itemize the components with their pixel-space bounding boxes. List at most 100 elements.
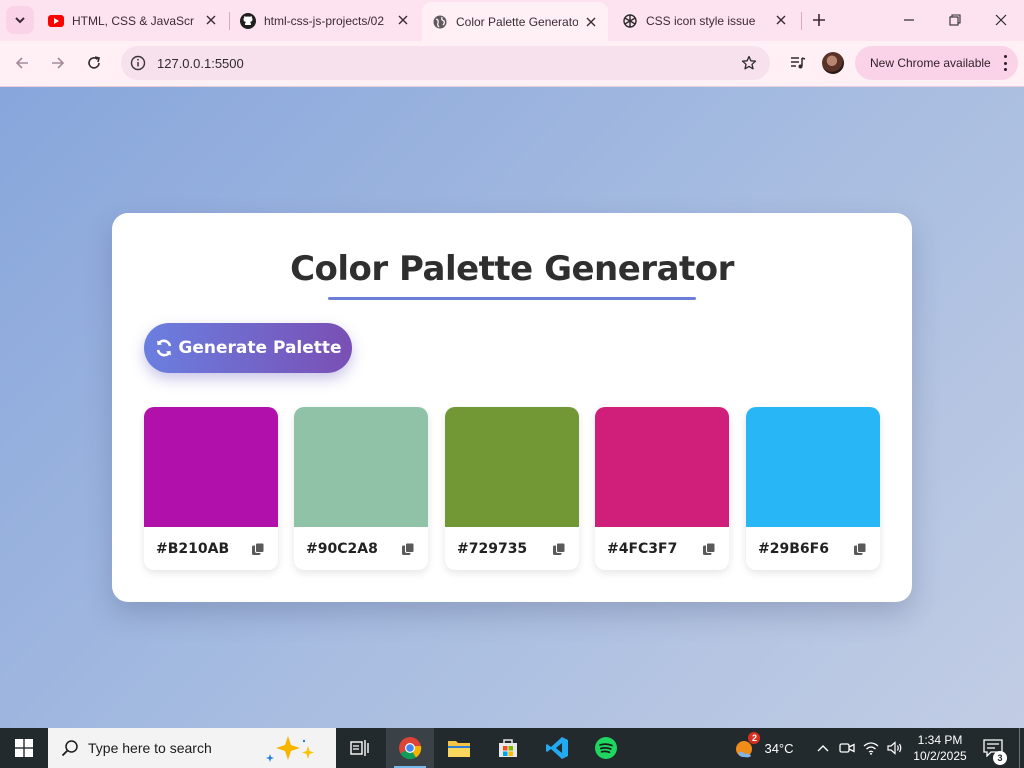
color-block[interactable] — [445, 407, 579, 527]
reload-button[interactable] — [80, 49, 108, 77]
taskbar-microsoft-store[interactable] — [484, 728, 532, 768]
bookmark-star-icon[interactable] — [740, 54, 758, 72]
copy-icon[interactable] — [400, 541, 416, 557]
show-hidden-icons-button[interactable] — [812, 728, 834, 768]
minimize-icon — [904, 19, 914, 21]
hex-value: #29B6F6 — [758, 541, 829, 557]
copy-icon[interactable] — [852, 541, 868, 557]
more-menu-icon[interactable] — [1002, 55, 1008, 71]
taskbar-chrome[interactable] — [386, 728, 434, 768]
chrome-icon — [399, 737, 422, 760]
new-tab-button[interactable] — [806, 7, 832, 33]
task-view-button[interactable] — [336, 728, 384, 768]
weather-icon: 2 — [734, 732, 761, 760]
refresh-icon — [154, 338, 174, 358]
media-control-button[interactable] — [785, 49, 811, 77]
taskbar-vscode[interactable] — [533, 728, 581, 768]
music-queue-icon — [791, 57, 806, 69]
copy-icon[interactable] — [551, 541, 567, 557]
taskbar-file-explorer[interactable] — [435, 728, 483, 768]
copy-icon[interactable] — [250, 541, 266, 557]
tab-strip: HTML, CSS & JavaScript html-css-js-proje… — [0, 0, 1024, 41]
tab-title: Color Palette Generator — [456, 14, 578, 29]
tab-search-button[interactable] — [6, 6, 34, 34]
speaker-icon — [887, 741, 902, 755]
tab-github[interactable]: html-css-js-projects/02 — [230, 0, 420, 41]
arrow-left-icon — [15, 57, 28, 69]
color-swatch[interactable]: #29B6F6 — [746, 407, 880, 570]
color-block[interactable] — [144, 407, 278, 527]
tab-title: CSS icon style issue — [646, 13, 756, 28]
close-tab-icon[interactable] — [396, 13, 410, 27]
color-swatch[interactable]: #4FC3F7 — [595, 407, 729, 570]
color-swatch[interactable]: #B210AB — [144, 407, 278, 570]
weather-widget[interactable]: 2 34°C — [728, 728, 800, 768]
network-button[interactable] — [860, 728, 882, 768]
vscode-icon — [546, 737, 568, 759]
chevron-down-icon — [15, 17, 25, 24]
weather-temperature: 34°C — [764, 740, 794, 756]
volume-button[interactable] — [884, 728, 906, 768]
chrome-update-label: New Chrome available — [870, 56, 991, 70]
youtube-icon — [48, 13, 64, 29]
github-icon — [240, 12, 256, 29]
minimize-button[interactable] — [886, 0, 932, 40]
taskbar-spotify[interactable] — [582, 728, 630, 768]
arrow-right-icon — [52, 57, 65, 69]
tab-title: HTML, CSS & JavaScript — [72, 13, 194, 28]
site-info-icon[interactable] — [129, 54, 147, 72]
color-swatch[interactable]: #729735 — [445, 407, 579, 570]
color-swatch[interactable]: #90C2A8 — [294, 407, 428, 570]
copy-icon[interactable] — [701, 541, 717, 557]
reload-icon — [88, 56, 100, 69]
taskbar-search[interactable]: Type here to search — [48, 728, 336, 768]
hex-value: #4FC3F7 — [607, 541, 678, 557]
notification-count-badge: 3 — [993, 751, 1007, 765]
show-desktop-button[interactable] — [1019, 728, 1024, 768]
title-underline — [328, 297, 696, 300]
tab-title: html-css-js-projects/02 — [264, 13, 385, 28]
chrome-update-button[interactable]: New Chrome available — [855, 46, 1018, 80]
profile-avatar[interactable] — [822, 52, 844, 74]
tab-separator — [801, 12, 802, 30]
globe-icon — [432, 14, 448, 30]
generate-palette-label: Generate Palette — [178, 338, 342, 358]
tab-color-palette-generator[interactable]: Color Palette Generator — [422, 2, 608, 41]
color-block[interactable] — [294, 407, 428, 527]
page-title: Color Palette Generator — [290, 249, 734, 289]
copilot-sparkle-icon[interactable] — [264, 734, 324, 762]
tab-css-icon-style-issue[interactable]: CSS icon style issue — [612, 0, 798, 41]
tab-youtube[interactable]: HTML, CSS & JavaScript — [38, 0, 228, 41]
plus-icon — [813, 14, 825, 26]
close-icon — [995, 14, 1007, 26]
system-clock[interactable]: 1:34 PM 10/2/2025 — [905, 732, 975, 764]
color-block[interactable] — [595, 407, 729, 527]
color-block[interactable] — [746, 407, 880, 527]
hex-value: #90C2A8 — [306, 541, 378, 557]
forward-button[interactable] — [44, 49, 72, 77]
close-tab-icon[interactable] — [204, 13, 218, 27]
hex-value: #729735 — [457, 541, 528, 557]
meet-now-button[interactable] — [836, 728, 858, 768]
clock-date: 10/2/2025 — [913, 749, 967, 763]
close-window-button[interactable] — [978, 0, 1024, 40]
camera-icon — [839, 743, 855, 753]
spotify-icon — [595, 737, 617, 759]
close-tab-icon[interactable] — [774, 13, 788, 27]
close-tab-icon[interactable] — [584, 15, 598, 29]
windows-taskbar: Type here to search 2 34°C 1:34 PM 10/2/… — [0, 728, 1024, 768]
restore-button[interactable] — [932, 0, 978, 40]
palette-container: #B210AB #90C2A8 #729735 #4FC3F7 #29B6F6 — [144, 407, 880, 571]
browser-toolbar: 127.0.0.1:5500 New Chrome available — [0, 41, 1024, 87]
search-icon — [61, 740, 78, 757]
search-placeholder: Type here to search — [88, 740, 212, 756]
page-viewport: Color Palette Generator Generate Palette… — [0, 87, 1024, 728]
url-text[interactable]: 127.0.0.1:5500 — [157, 56, 244, 71]
generate-palette-button[interactable]: Generate Palette — [144, 323, 352, 373]
address-bar[interactable]: 127.0.0.1:5500 — [121, 46, 770, 80]
microsoft-store-icon — [499, 739, 517, 757]
task-view-icon — [350, 740, 369, 756]
start-button[interactable] — [0, 728, 48, 768]
back-button[interactable] — [8, 49, 36, 77]
windows-logo-icon — [15, 739, 33, 757]
